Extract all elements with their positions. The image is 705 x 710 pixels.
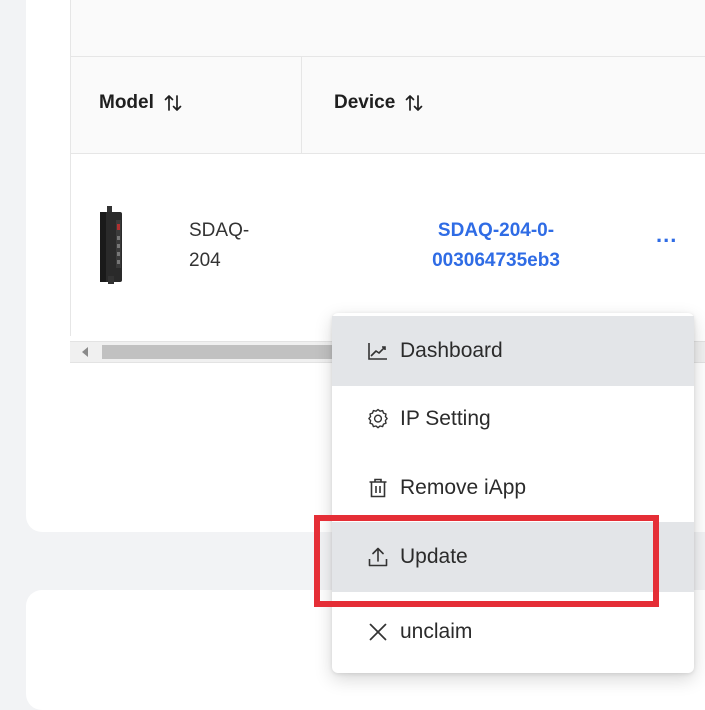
sort-arrows-icon[interactable] [162,92,184,114]
menu-item-update[interactable]: Update [332,522,694,592]
device-image [100,206,122,284]
column-header-device[interactable]: Device [334,92,425,114]
model-name-line: SDAQ- [189,220,250,241]
gear-icon [368,408,388,429]
menu-item-unclaim[interactable]: unclaim [332,597,694,667]
menu-item-ip-setting[interactable]: IP Setting [332,384,694,454]
table-top-strip [71,0,705,57]
menu-item-label: Remove iApp [400,476,527,499]
device-link-line: 003064735eb3 [432,250,560,271]
column-header-label: Model [99,92,154,113]
menu-item-dashboard[interactable]: Dashboard [332,316,694,386]
menu-item-label: Update [400,545,468,568]
sort-arrows-icon[interactable] [403,92,425,114]
menu-item-label: Dashboard [400,339,503,362]
close-icon [369,623,387,641]
devices-table: Model Device SDAQ- 204 SDAQ-204-0- 00306… [70,0,705,336]
chart-line-icon [368,343,387,360]
menu-item-remove-iapp[interactable]: Remove iApp [332,453,694,523]
device-link[interactable]: SDAQ-204-0- 003064735eb3 [396,216,596,276]
actions-dropdown-menu: Dashboard IP Setting Remove iApp Update … [332,313,694,673]
more-actions-button[interactable]: ... [656,224,686,252]
model-name: SDAQ- 204 [189,216,289,276]
trash-icon [369,478,387,498]
scroll-left-arrow-icon[interactable] [82,347,88,357]
menu-item-label: IP Setting [400,407,491,430]
upload-icon [368,547,388,567]
table-row: SDAQ- 204 SDAQ-204-0- 003064735eb3 ... [71,154,705,336]
column-header-label: Device [334,92,396,113]
model-name-line: 204 [189,250,221,271]
menu-item-label: unclaim [400,620,473,643]
column-header-model[interactable]: Model [99,92,184,114]
device-link-line: SDAQ-204-0- [437,220,555,241]
table-header-row: Model Device [71,57,705,154]
